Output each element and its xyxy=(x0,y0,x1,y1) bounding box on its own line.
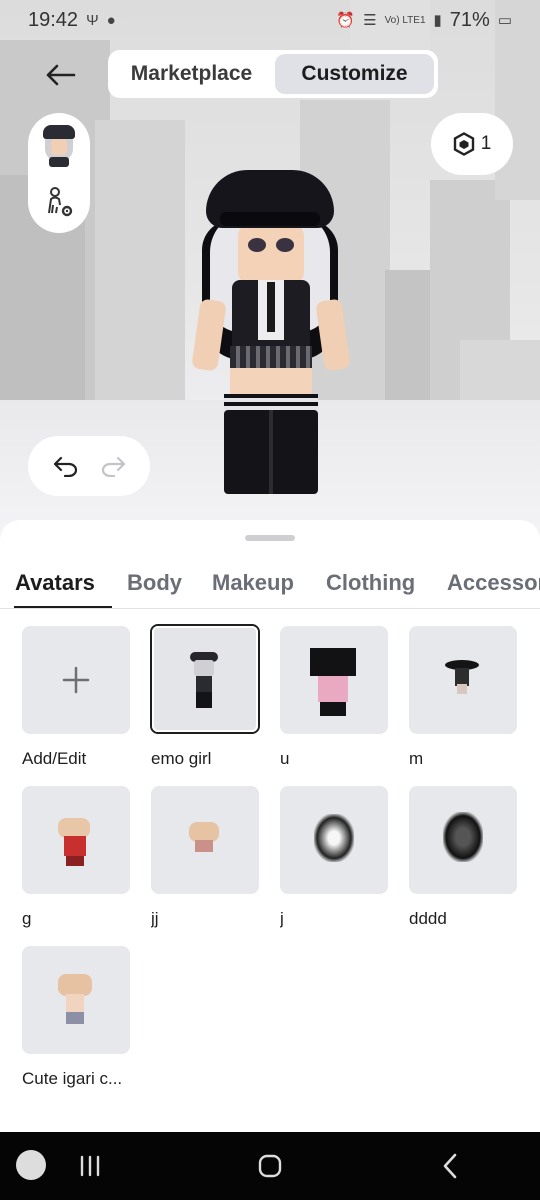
system-navigation-bar xyxy=(0,1132,540,1200)
battery-icon: ▭ xyxy=(497,12,512,29)
avatar-tile-g[interactable] xyxy=(22,786,130,894)
avatar-tile-label: dddd xyxy=(409,909,447,928)
avatar-tile-emo-girl[interactable] xyxy=(150,624,260,734)
avatar-tile-label: j xyxy=(280,909,284,928)
redo-button[interactable] xyxy=(95,448,131,484)
avatar-tile-u[interactable] xyxy=(280,626,388,734)
chevron-left-icon xyxy=(443,1153,457,1179)
avatar-tile-label: Cute igari c... xyxy=(22,1069,123,1088)
wifi-icon: ☰ xyxy=(363,12,377,29)
robux-balance-button[interactable]: 1 xyxy=(431,113,513,175)
arrow-left-icon xyxy=(46,64,76,86)
tab-accessories[interactable]: Accessories xyxy=(447,570,540,596)
tab-clothing[interactable]: Clothing xyxy=(326,570,415,596)
tab-avatars[interactable]: Avatars xyxy=(15,570,95,596)
app-notification-icon: ● xyxy=(106,11,116,29)
avatar-tile-label: m xyxy=(409,749,424,768)
tab-makeup[interactable]: Makeup xyxy=(212,570,294,596)
signal-icon: ▮ xyxy=(433,12,442,29)
redo-icon xyxy=(101,456,125,477)
battery-level: 71% xyxy=(449,8,490,31)
avatar-tile-label: Add/Edit xyxy=(22,749,87,768)
home-icon xyxy=(258,1154,282,1178)
alarm-icon: ⏰ xyxy=(336,12,356,29)
avatar-model[interactable] xyxy=(180,150,360,500)
recent-apps-button[interactable] xyxy=(60,1136,120,1196)
sheet-drag-handle[interactable] xyxy=(245,535,295,541)
back-button[interactable] xyxy=(38,55,82,95)
back-nav-button[interactable] xyxy=(420,1136,480,1196)
mode-switcher: Marketplace Customize xyxy=(108,50,438,98)
avatar-tile-label: emo girl xyxy=(151,749,212,768)
status-time: 19:42 xyxy=(28,8,79,31)
avatar-tile-label: u xyxy=(280,749,290,768)
undo-icon xyxy=(53,456,77,477)
recent-apps-icon xyxy=(80,1155,100,1177)
avatar-tile-label: jj xyxy=(151,909,159,928)
avatar-settings-icon[interactable] xyxy=(39,183,79,223)
avatar-side-panel xyxy=(28,113,90,233)
undo-redo-controls xyxy=(28,436,150,496)
home-button[interactable] xyxy=(240,1136,300,1196)
status-bar: 19:42 Ψ ● ⏰ ☰ Vo) LTE1 ▮ 71% ▭ xyxy=(0,0,540,40)
game-launcher-icon[interactable] xyxy=(16,1150,46,1180)
tab-body[interactable]: Body xyxy=(127,570,182,596)
avatar-tile-jj[interactable] xyxy=(151,786,259,894)
tab-customize[interactable]: Customize xyxy=(275,54,434,94)
avatar-tile-label: g xyxy=(22,909,32,928)
add-edit-avatar-tile[interactable] xyxy=(22,626,130,734)
robux-count: 1 xyxy=(480,133,492,154)
customize-sheet: Avatars Body Makeup Clothing Accessories… xyxy=(0,520,540,1132)
robux-icon xyxy=(453,132,474,156)
avatar-headshot[interactable] xyxy=(37,123,81,169)
network-type: Vo) LTE1 xyxy=(384,14,426,26)
avatar-tile-m[interactable] xyxy=(409,626,517,734)
avatar-tile-cute-igari[interactable] xyxy=(22,946,130,1054)
undo-button[interactable] xyxy=(48,448,84,484)
avatar-tile-dddd[interactable] xyxy=(409,786,517,894)
category-tabs: Avatars Body Makeup Clothing Accessories xyxy=(0,564,540,612)
tab-marketplace[interactable]: Marketplace xyxy=(112,54,271,94)
usb-icon: Ψ xyxy=(86,11,99,29)
avatar-tile-j[interactable] xyxy=(280,786,388,894)
plus-icon xyxy=(62,666,90,694)
